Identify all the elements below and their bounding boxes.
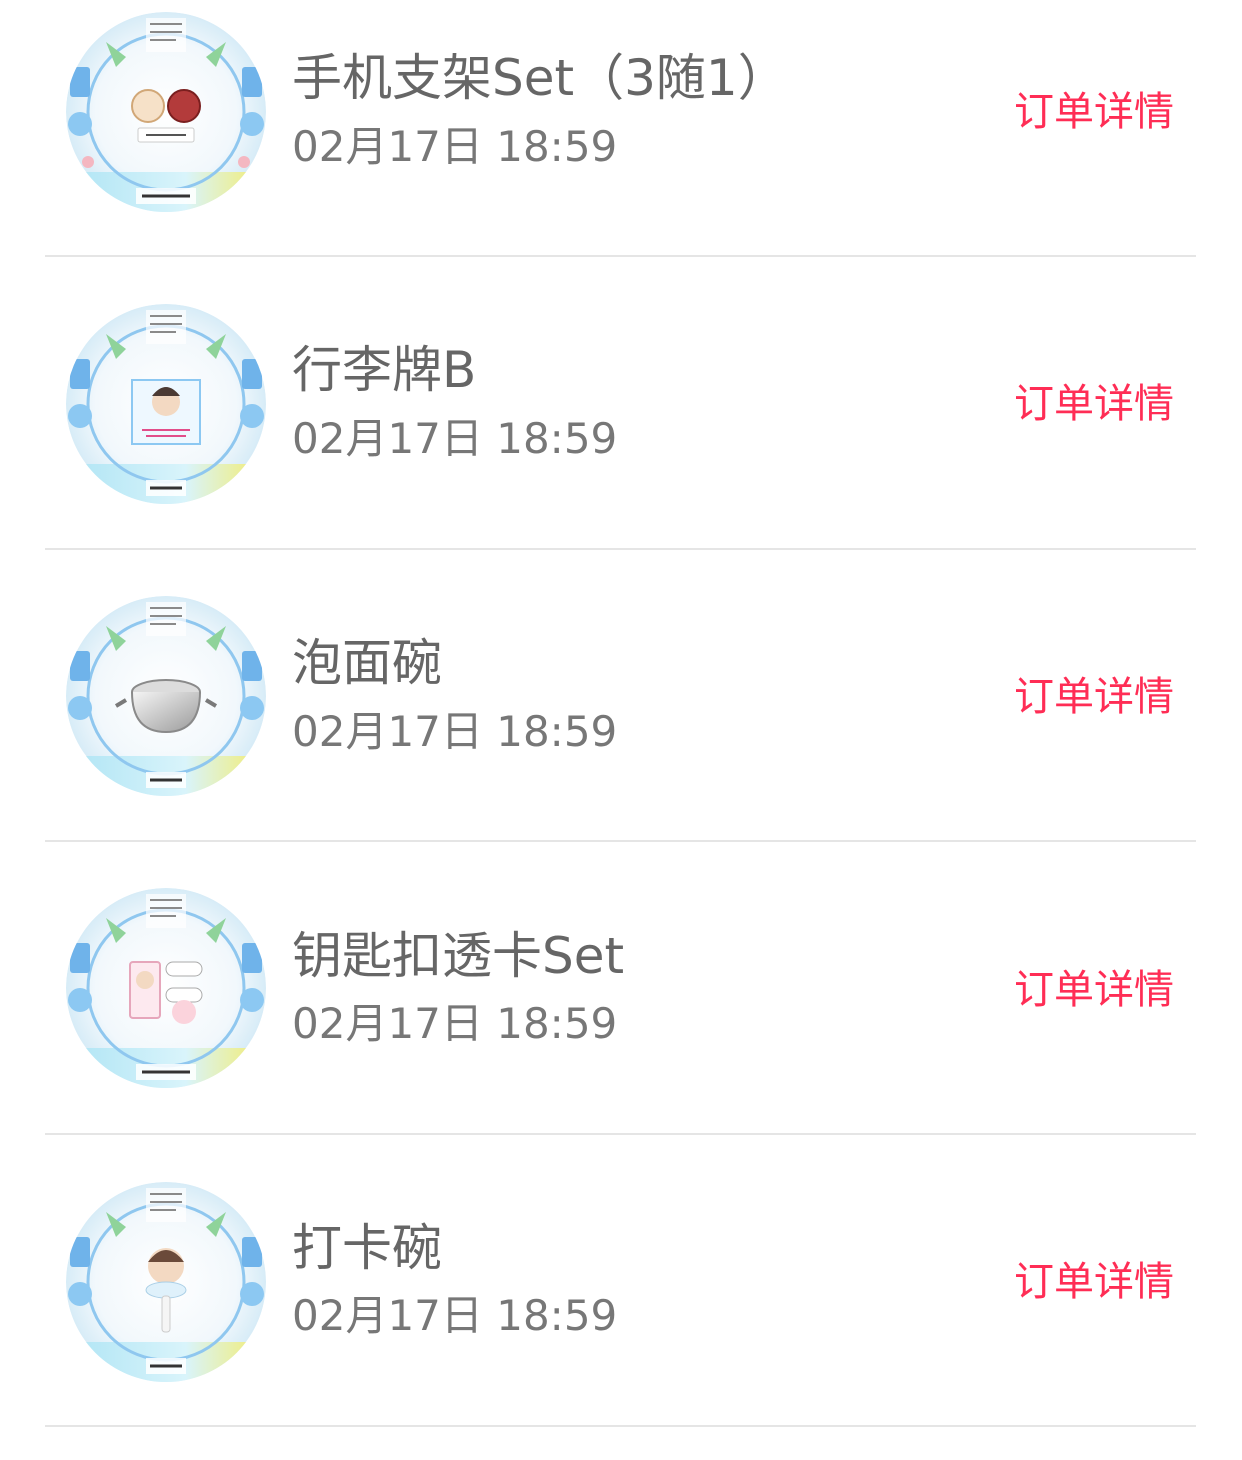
row-divider xyxy=(45,548,1196,550)
order-list: 手机支架Set（3随1） 02月17日 18:59 订单详情 行李牌B 02月1… xyxy=(0,0,1242,1427)
item-title: 手机支架Set（3随1） xyxy=(292,49,788,107)
order-row[interactable]: 行李牌B 02月17日 18:59 订单详情 xyxy=(0,292,1242,584)
order-time: 02月17日 18:59 xyxy=(292,1291,618,1340)
order-time: 02月17日 18:59 xyxy=(292,122,618,171)
order-time: 02月17日 18:59 xyxy=(292,707,618,756)
order-row[interactable]: 泡面碗 02月17日 18:59 订单详情 xyxy=(0,584,1242,876)
product-thumbnail xyxy=(66,888,266,1088)
row-divider xyxy=(45,1133,1196,1135)
product-thumbnail xyxy=(66,304,266,504)
order-detail-link[interactable]: 订单详情 xyxy=(1014,1257,1174,1307)
item-title: 钥匙扣透卡Set xyxy=(292,927,625,985)
item-title: 打卡碗 xyxy=(292,1219,442,1277)
product-thumbnail xyxy=(66,1182,266,1382)
order-row[interactable]: 手机支架Set（3随1） 02月17日 18:59 订单详情 xyxy=(0,0,1242,292)
order-row[interactable]: 打卡碗 02月17日 18:59 订单详情 xyxy=(0,1168,1242,1460)
row-divider xyxy=(45,255,1196,257)
order-time: 02月17日 18:59 xyxy=(292,414,618,463)
item-title: 泡面碗 xyxy=(292,634,442,692)
item-title: 行李牌B xyxy=(292,341,477,399)
product-thumbnail xyxy=(66,12,266,212)
order-detail-link[interactable]: 订单详情 xyxy=(1014,379,1174,429)
order-detail-link[interactable]: 订单详情 xyxy=(1014,87,1174,137)
order-time: 02月17日 18:59 xyxy=(292,999,618,1048)
product-thumbnail xyxy=(66,596,266,796)
order-detail-link[interactable]: 订单详情 xyxy=(1014,965,1174,1015)
order-detail-link[interactable]: 订单详情 xyxy=(1014,672,1174,722)
row-divider xyxy=(45,840,1196,842)
order-row[interactable]: 钥匙扣透卡Set 02月17日 18:59 订单详情 xyxy=(0,876,1242,1168)
